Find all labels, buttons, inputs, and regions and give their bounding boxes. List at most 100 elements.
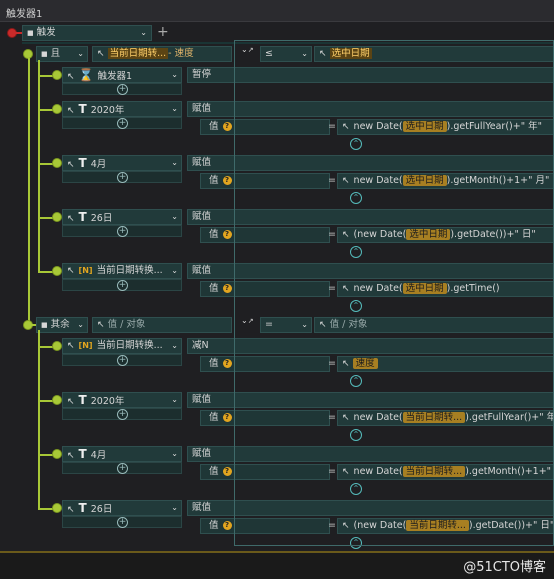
action-type-select[interactable]: 赋值	[187, 263, 554, 279]
action-node-icon[interactable]	[52, 70, 62, 80]
collapse-up-icon[interactable]: ⌃	[350, 483, 362, 495]
compare-op-select[interactable]: ≤ ⌄	[260, 46, 312, 62]
action-node-icon[interactable]	[52, 104, 62, 114]
param-value-field[interactable]: ↖ (new Date(当前日期转...).getDate())+" 日"	[337, 518, 554, 534]
else-rhs-field[interactable]: ↖ 值 / 对象	[314, 317, 554, 333]
add-icon[interactable]: +	[117, 409, 128, 420]
trigger-select[interactable]: ■ 触发 ⌄	[22, 25, 152, 41]
action-node-icon[interactable]	[52, 266, 62, 276]
action-node-icon[interactable]	[52, 503, 62, 513]
action-type-select[interactable]: 赋值	[187, 500, 554, 516]
param-value-field[interactable]: ↖ 速度	[337, 356, 554, 372]
action-target-select[interactable]: ↖ ⌛ 触发器1 ⌄	[62, 67, 182, 83]
action-type-select[interactable]: 赋值	[187, 155, 554, 171]
param-key-label: 值	[209, 175, 219, 186]
chevron-down-icon: ⌄	[140, 28, 147, 37]
help-icon[interactable]: ?	[222, 359, 232, 368]
pointer-icon: ↖	[342, 521, 350, 531]
collapse-up-icon[interactable]: ⌃	[350, 246, 362, 258]
chevron-down-icon: ⌄	[171, 503, 178, 512]
pointer-icon: ↖	[67, 106, 75, 116]
param-value-field[interactable]: ↖new Date(当前日期转...).getMonth()+1+" 月"	[337, 464, 554, 480]
action-target-select[interactable]: ↖ T 26日 ⌄	[62, 500, 182, 516]
equals-sign: =	[328, 412, 336, 423]
param-value-field[interactable]: ↖ new Date(选中日期).getMonth()+1+" 月"	[337, 173, 554, 189]
param-value-field[interactable]: ↖ new Date(选中日期).getTime()	[337, 281, 554, 297]
action-type-select[interactable]: 赋值	[187, 392, 554, 408]
condition-lhs-field[interactable]: ↖ 当前日期转... - 速度	[92, 46, 232, 62]
text-type-icon: T	[78, 447, 87, 461]
action-type-select[interactable]: 赋值	[187, 209, 554, 225]
else-op-select[interactable]: ■ 其余 ⌄	[36, 317, 88, 333]
expr-token: 选中日期	[402, 283, 447, 294]
action-target-select[interactable]: ↖ T 26日 ⌄	[62, 209, 182, 225]
action-type-select[interactable]: 赋值	[187, 446, 554, 462]
help-icon[interactable]: ?	[222, 122, 232, 131]
collapse-up-icon[interactable]: ⌃	[350, 192, 362, 204]
add-icon[interactable]: +	[157, 24, 169, 40]
action-target-label: 4月	[90, 450, 107, 461]
param-key-label: 值	[209, 466, 219, 477]
add-icon[interactable]: +	[117, 355, 128, 366]
action-node-icon[interactable]	[52, 158, 62, 168]
else-rhs-placeholder: 值 / 对象	[329, 319, 368, 330]
collapse-up-icon[interactable]: ⌃	[350, 300, 362, 312]
action-node-icon[interactable]	[52, 212, 62, 222]
help-icon[interactable]: ?	[222, 284, 232, 293]
action-target-select[interactable]: ↖ [N] 当前日期转换... ⌄	[62, 338, 182, 354]
timer-icon: ⌛	[78, 68, 94, 82]
action-type-label: 赋值	[192, 157, 212, 168]
pointer-icon: ↖	[342, 359, 350, 369]
action-target-select[interactable]: ↖ T 2020年 ⌄	[62, 392, 182, 408]
add-icon[interactable]: +	[117, 172, 128, 183]
number-type-icon: [N]	[78, 341, 93, 350]
expr-prefix: new Date(	[353, 121, 403, 132]
param-value-field[interactable]: ↖ new Date(当前日期转...).getFullYear()+" 年"	[337, 410, 554, 426]
add-icon[interactable]: +	[117, 517, 128, 528]
collapse-up-icon[interactable]: ⌃	[350, 138, 362, 150]
expr-suffix: ).getDate())+" 日"	[468, 520, 554, 531]
param-value-field[interactable]: ↖ new Date(选中日期).getFullYear()+" 年"	[337, 119, 554, 135]
help-icon[interactable]: ?	[222, 230, 232, 239]
logic-op-select[interactable]: ■ 且 ⌄	[36, 46, 88, 62]
action-type-select[interactable]: 赋值	[187, 101, 554, 117]
action-type-select[interactable]: 减N	[187, 338, 554, 354]
collapse-up-icon[interactable]: ⌃	[350, 537, 362, 549]
add-icon[interactable]: +	[117, 118, 128, 129]
action-type-select[interactable]: 暂停	[187, 67, 554, 83]
action-target-select[interactable]: ↖ T 4月 ⌄	[62, 155, 182, 171]
pointer-icon: ↖	[342, 230, 350, 240]
expand-icon[interactable]: ⌄↗	[241, 315, 255, 333]
pointer-icon: ↖	[67, 505, 75, 515]
add-icon[interactable]: +	[117, 280, 128, 291]
action-target-select[interactable]: ↖ T 4月 ⌄	[62, 446, 182, 462]
add-icon[interactable]: +	[117, 226, 128, 237]
condition-lhs-suffix: - 速度	[168, 48, 194, 59]
help-icon[interactable]: ?	[222, 467, 232, 476]
collapse-up-icon[interactable]: ⌃	[350, 375, 362, 387]
param-value-field[interactable]: ↖ (new Date(选中日期).getDate())+" 日"	[337, 227, 554, 243]
add-icon[interactable]: +	[117, 463, 128, 474]
action-target-select[interactable]: ↖ T 2020年 ⌄	[62, 101, 182, 117]
condition-rhs-field[interactable]: ↖ 选中日期	[314, 46, 554, 62]
collapse-up-icon[interactable]: ⌃	[350, 429, 362, 441]
help-icon[interactable]: ?	[222, 413, 232, 422]
equals-sign: =	[328, 358, 336, 369]
expr-token: 选中日期	[402, 175, 447, 186]
add-icon[interactable]: +	[117, 84, 128, 95]
tree-line	[28, 58, 30, 328]
help-icon[interactable]: ?	[222, 176, 232, 185]
action-target-select[interactable]: ↖ [N] 当前日期转换... ⌄	[62, 263, 182, 279]
help-icon[interactable]: ?	[222, 521, 232, 530]
action-node-icon[interactable]	[52, 395, 62, 405]
action-node-icon[interactable]	[52, 449, 62, 459]
chevron-down-icon: ⌄	[171, 449, 178, 458]
expand-icon[interactable]: ⌄↗	[241, 44, 255, 62]
else-compare-select[interactable]: = ⌄	[260, 317, 312, 333]
else-lhs-field[interactable]: ↖ 值 / 对象	[92, 317, 232, 333]
equals-sign: =	[328, 466, 336, 477]
pointer-icon: ↖	[97, 49, 105, 59]
action-node-icon[interactable]	[52, 341, 62, 351]
expr-prefix: new Date(	[353, 175, 403, 186]
action-type-label: 赋值	[192, 211, 212, 222]
